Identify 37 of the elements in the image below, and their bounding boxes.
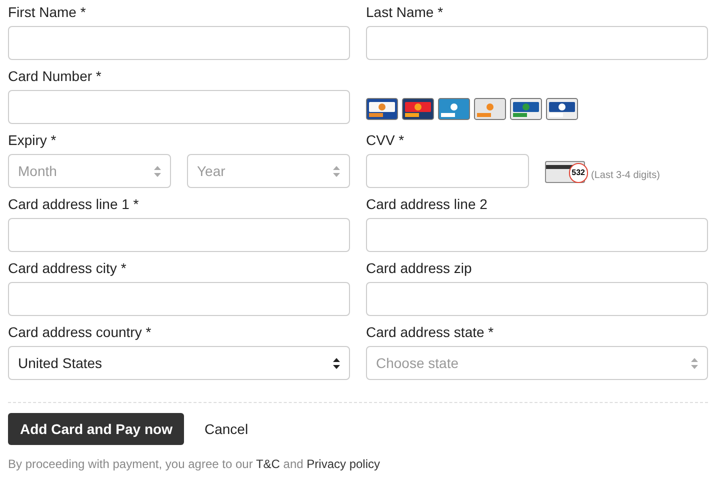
dropdown-arrows-icon — [154, 166, 161, 176]
field-label: Last Name * — [366, 4, 444, 21]
field-label: Expiry * — [8, 132, 58, 149]
text-input[interactable] — [8, 218, 350, 252]
credit-card-icon — [474, 98, 506, 120]
text-input[interactable] — [366, 218, 708, 252]
text-input[interactable] — [366, 282, 708, 316]
terms-text: By proceeding with payment, you agree to our T&C and Privacy policy — [8, 456, 382, 473]
privacy-policy-link[interactable]: Privacy policy — [306, 457, 380, 471]
credit-card-icon — [366, 98, 398, 120]
dropdown-arrows-icon — [691, 358, 698, 368]
field-label: Card address line 1 * — [8, 196, 140, 213]
field-label: Card Number * — [8, 68, 102, 85]
pay-button[interactable]: Add Card and Pay now — [8, 413, 184, 445]
cancel-button[interactable]: Cancel — [204, 418, 248, 440]
field-label: Card address line 2 — [366, 196, 488, 213]
field-label: CVV * — [366, 132, 406, 149]
cvv-hint: (Last 3-4 digits) — [591, 169, 660, 183]
text-input[interactable] — [8, 282, 350, 316]
terms-link[interactable]: T&C — [256, 457, 280, 471]
cvv-sample: 532 — [568, 163, 588, 183]
text-input[interactable] — [366, 26, 708, 60]
dropdown-arrows-icon — [333, 166, 340, 176]
credit-card-icon — [510, 98, 542, 120]
select-field[interactable]: United States — [8, 346, 350, 380]
text-input[interactable] — [8, 90, 350, 124]
credit-card-icon — [402, 98, 434, 120]
field-label: First Name * — [8, 4, 87, 21]
field-label: Card address city * — [8, 260, 128, 277]
field-label: Card address country * — [8, 324, 152, 341]
text-input[interactable] — [8, 26, 350, 60]
dropdown-arrows-icon — [333, 358, 340, 368]
credit-card-icon — [438, 98, 470, 120]
field-label: Card address zip — [366, 260, 473, 277]
field-label: Card address state * — [366, 324, 495, 341]
credit-card-icon — [546, 98, 578, 120]
cvv-input[interactable] — [366, 154, 529, 188]
